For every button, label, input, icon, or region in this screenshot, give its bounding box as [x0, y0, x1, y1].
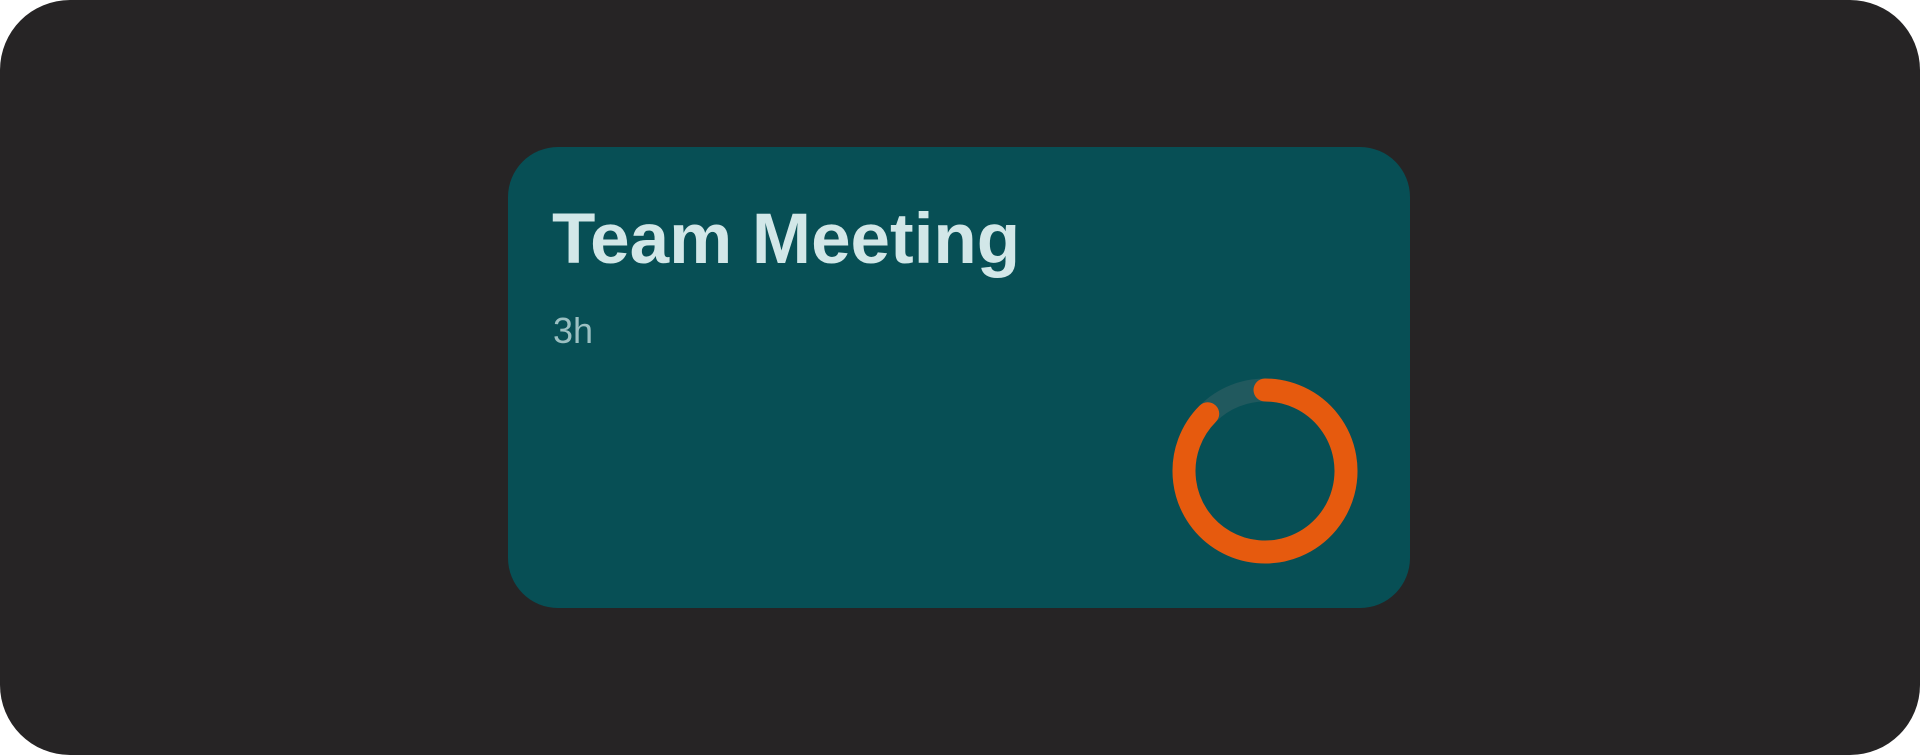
event-card[interactable]: Team Meeting 3h	[508, 147, 1410, 608]
progress-ring	[1172, 378, 1358, 564]
progress-ring-fill	[1172, 378, 1358, 564]
event-title: Team Meeting	[552, 200, 1021, 279]
event-duration: 3h	[553, 310, 594, 351]
widget-frame: Team Meeting 3h	[0, 0, 1920, 755]
